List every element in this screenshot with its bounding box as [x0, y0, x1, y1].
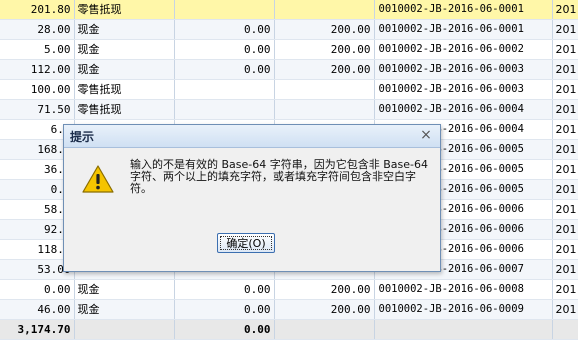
table-cell[interactable]: 0.00	[174, 19, 275, 40]
table-row[interactable]: 100.00 零售抵现 0010002-JB-2016-06-0003 201	[0, 79, 578, 100]
table-cell[interactable]: 112.00	[0, 59, 75, 80]
table-cell[interactable]: 0010002-JB-2016-06-0004	[374, 99, 553, 120]
dialog-title: 提示	[70, 130, 95, 144]
table-cell[interactable]: 0.00	[0, 279, 75, 300]
table-cell[interactable]: 201	[552, 19, 578, 40]
warning-icon	[82, 165, 114, 193]
table-cell[interactable]	[274, 99, 375, 120]
total-cell: 0.00	[174, 319, 275, 340]
close-icon[interactable]: ×	[418, 127, 434, 143]
table-row[interactable]: 112.00 现金 0.00 200.00 0010002-JB-2016-06-000…	[0, 59, 578, 80]
ok-button[interactable]: 确定(O)	[217, 233, 275, 253]
table-cell[interactable]: 201	[552, 99, 578, 120]
table-cell[interactable]: 0010002-JB-2016-06-0002	[374, 39, 553, 60]
table-row[interactable]: 201.80 零售抵现 0010002-JB-2016-06-0001 201	[0, 0, 578, 20]
table-row[interactable]: 5.00 现金 0.00 200.00 0010002-JB-2016-06-0002 2…	[0, 39, 578, 60]
table-cell[interactable]: 201.80	[0, 0, 75, 20]
table-cell[interactable]: 零售抵现	[74, 0, 175, 20]
table-cell[interactable]	[174, 0, 275, 20]
dialog-body: 输入的不是有效的 Base-64 字符串，因为它包含非 Base-64 字符、两…	[64, 148, 440, 268]
table-cell[interactable]: 0.00	[174, 299, 275, 320]
total-cell	[274, 319, 375, 340]
table-cell[interactable]	[274, 79, 375, 100]
table-row[interactable]: 71.50 零售抵现 0010002-JB-2016-06-0004 201	[0, 99, 578, 120]
table-row[interactable]: 28.00 现金 0.00 200.00 0010002-JB-2016-06-0001…	[0, 19, 578, 40]
table-row[interactable]: 0.00 现金 0.00 200.00 0010002-JB-2016-06-0008 2…	[0, 279, 578, 300]
table-cell[interactable]: 201	[552, 159, 578, 180]
table-cell[interactable]: 现金	[74, 39, 175, 60]
table-cell[interactable]: 200.00	[274, 19, 375, 40]
table-cell[interactable]: 201	[552, 139, 578, 160]
table-cell[interactable]: 现金	[74, 299, 175, 320]
total-cell: 3,174.70	[0, 319, 75, 340]
table-cell[interactable]: 201	[552, 239, 578, 260]
table-cell[interactable]: 201	[552, 219, 578, 240]
table-cell[interactable]: 0.00	[174, 39, 275, 60]
table-cell[interactable]	[174, 99, 275, 120]
table-cell[interactable]: 201	[552, 279, 578, 300]
table-cell[interactable]: 0010002-JB-2016-06-0008	[374, 279, 553, 300]
alert-dialog: 提示 × 输入的不是有效的 Base-64 字符串，因为它包含非 Base-64…	[63, 124, 441, 272]
table-cell[interactable]: 200.00	[274, 59, 375, 80]
table-cell[interactable]	[274, 0, 375, 20]
table-cell[interactable]: 现金	[74, 59, 175, 80]
table-cell[interactable]: 201	[552, 199, 578, 220]
total-cell	[552, 319, 578, 340]
table-cell[interactable]: 现金	[74, 19, 175, 40]
table-cell[interactable]: 0010002-JB-2016-06-0003	[374, 59, 553, 80]
dialog-message: 输入的不是有效的 Base-64 字符串，因为它包含非 Base-64 字符、两…	[130, 158, 428, 195]
table-cell[interactable]: 0.00	[174, 59, 275, 80]
table-cell[interactable]: 201	[552, 299, 578, 320]
table-cell[interactable]: 200.00	[274, 39, 375, 60]
total-row: 3,174.70 0.00	[0, 319, 578, 340]
table-cell[interactable]: 0010002-JB-2016-06-0003	[374, 79, 553, 100]
table-cell[interactable]: 200.00	[274, 299, 375, 320]
table-cell[interactable]: 201	[552, 119, 578, 140]
table-cell[interactable]: 201	[552, 179, 578, 200]
table-cell[interactable]: 现金	[74, 279, 175, 300]
table-cell[interactable]: 46.00	[0, 299, 75, 320]
table-cell[interactable]: 201	[552, 0, 578, 20]
table-cell[interactable]: 零售抵现	[74, 99, 175, 120]
table-cell[interactable]: 201	[552, 59, 578, 80]
table-cell[interactable]: 5.00	[0, 39, 75, 60]
table-cell[interactable]: 0010002-JB-2016-06-0001	[374, 19, 553, 40]
table-cell[interactable]: 0010002-JB-2016-06-0009	[374, 299, 553, 320]
total-cell	[74, 319, 175, 340]
table-cell[interactable]: 零售抵现	[74, 79, 175, 100]
table-cell[interactable]: 100.00	[0, 79, 75, 100]
table-cell[interactable]: 0010002-JB-2016-06-0001	[374, 0, 553, 20]
table-cell[interactable]: 28.00	[0, 19, 75, 40]
table-cell[interactable]: 0.00	[174, 279, 275, 300]
table-cell[interactable]	[174, 79, 275, 100]
table-row[interactable]: 46.00 现金 0.00 200.00 0010002-JB-2016-06-0009…	[0, 299, 578, 320]
dialog-titlebar[interactable]: 提示 ×	[64, 125, 440, 148]
table-cell[interactable]: 201	[552, 259, 578, 280]
table-cell[interactable]: 71.50	[0, 99, 75, 120]
table-cell[interactable]: 201	[552, 79, 578, 100]
table-cell[interactable]: 200.00	[274, 279, 375, 300]
total-cell	[374, 319, 553, 340]
table-cell[interactable]: 201	[552, 39, 578, 60]
